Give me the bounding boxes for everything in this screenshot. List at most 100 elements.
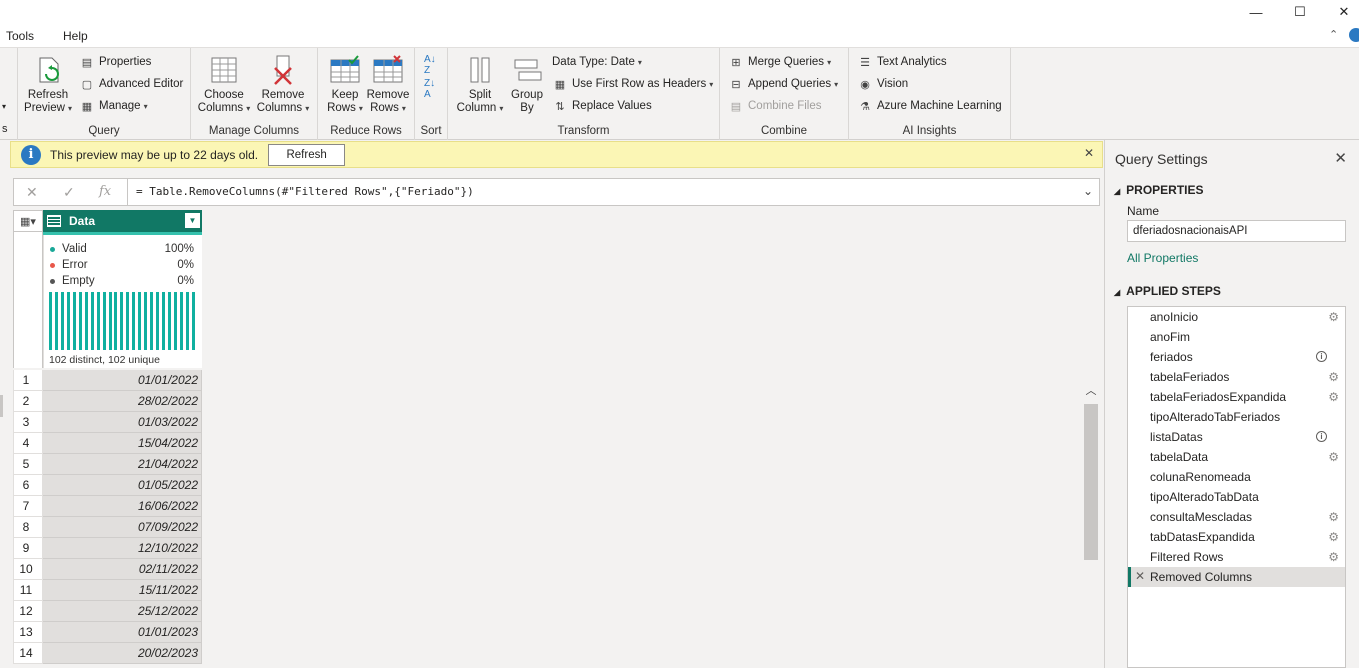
- check-icon[interactable]: ✓: [63, 184, 75, 201]
- row-number[interactable]: 4: [13, 433, 43, 454]
- query-name-input[interactable]: dferiadosnacionaisAPI: [1127, 220, 1346, 242]
- cell-date[interactable]: 01/05/2022: [43, 475, 202, 496]
- date-type-icon[interactable]: [47, 215, 61, 227]
- all-properties-link[interactable]: All Properties: [1127, 251, 1198, 265]
- sort-ascending-button[interactable]: A↓ Z: [424, 54, 436, 76]
- maximize-button[interactable]: ☐: [1277, 0, 1323, 24]
- menu-help[interactable]: Help: [63, 29, 88, 43]
- collapse-ribbon-icon[interactable]: ⌃: [1329, 28, 1338, 41]
- scroll-up-icon[interactable]: ︿: [1083, 380, 1099, 400]
- applied-step[interactable]: tipoAlteradoTabFeriados: [1128, 407, 1345, 427]
- properties-button[interactable]: ▤ Properties: [79, 52, 152, 72]
- applied-step[interactable]: tabelaFeriados ⚙: [1128, 367, 1345, 387]
- gear-icon[interactable]: ⚙: [1328, 310, 1339, 324]
- cell-date[interactable]: 16/06/2022: [43, 496, 202, 517]
- cell-date[interactable]: 21/04/2022: [43, 454, 202, 475]
- applied-step[interactable]: Filtered Rows ⚙: [1128, 547, 1345, 567]
- cell-date[interactable]: 15/04/2022: [43, 433, 202, 454]
- table-row[interactable]: 11 15/11/2022: [13, 580, 202, 601]
- properties-section[interactable]: ◢ PROPERTIES: [1114, 183, 1204, 197]
- gear-icon[interactable]: ⚙: [1328, 450, 1339, 464]
- info-icon[interactable]: i: [1316, 431, 1327, 442]
- row-number[interactable]: 11: [13, 580, 43, 601]
- table-row[interactable]: 10 02/11/2022: [13, 559, 202, 580]
- help-icon[interactable]: [1349, 28, 1359, 42]
- filter-dropdown-icon[interactable]: ▼: [185, 213, 200, 228]
- applied-step[interactable]: colunaRenomeada: [1128, 467, 1345, 487]
- advanced-editor-button[interactable]: ▢ Advanced Editor: [79, 74, 184, 94]
- table-row[interactable]: 13 01/01/2023: [13, 622, 202, 643]
- vertical-scrollbar[interactable]: ︿: [1083, 380, 1099, 668]
- append-queries-button[interactable]: ⊟ Append Queries ▾: [728, 74, 838, 94]
- table-row[interactable]: 4 15/04/2022: [13, 433, 202, 454]
- applied-step[interactable]: anoInicio ⚙: [1128, 307, 1345, 327]
- refresh-preview-button[interactable]: Refresh Preview ▾: [24, 54, 72, 115]
- table-row[interactable]: 12 25/12/2022: [13, 601, 202, 622]
- scroll-thumb[interactable]: [1084, 404, 1098, 560]
- column-header-data[interactable]: Data ▼: [43, 210, 202, 232]
- keep-rows-button[interactable]: Keep Rows ▾: [323, 54, 367, 115]
- table-row[interactable]: 8 07/09/2022: [13, 517, 202, 538]
- gear-icon[interactable]: ⚙: [1328, 370, 1339, 384]
- remove-columns-button[interactable]: Remove Columns ▾: [254, 54, 312, 115]
- row-number[interactable]: 13: [13, 622, 43, 643]
- gear-icon[interactable]: ⚙: [1328, 390, 1339, 404]
- use-first-row-headers-button[interactable]: ▦ Use First Row as Headers ▾: [552, 74, 713, 94]
- table-menu-button[interactable]: ▦▾: [13, 210, 43, 232]
- gear-icon[interactable]: ⚙: [1328, 530, 1339, 544]
- fx-icon[interactable]: fx: [99, 184, 111, 199]
- table-row[interactable]: 6 01/05/2022: [13, 475, 202, 496]
- azure-ml-button[interactable]: ⚗ Azure Machine Learning: [857, 96, 1002, 116]
- table-row[interactable]: 2 28/02/2022: [13, 391, 202, 412]
- table-row[interactable]: 14 20/02/2023: [13, 643, 202, 664]
- combine-files-button[interactable]: ▤ Combine Files: [728, 96, 822, 116]
- minimize-button[interactable]: —: [1233, 0, 1279, 24]
- applied-step[interactable]: tabelaFeriadosExpandida ⚙: [1128, 387, 1345, 407]
- cell-date[interactable]: 25/12/2022: [43, 601, 202, 622]
- remove-rows-button[interactable]: Remove Rows ▾: [366, 54, 410, 115]
- applied-step[interactable]: ✕ Removed Columns: [1128, 567, 1345, 587]
- table-row[interactable]: 7 16/06/2022: [13, 496, 202, 517]
- table-row[interactable]: 1 01/01/2022: [13, 370, 202, 391]
- applied-step[interactable]: tipoAlteradoTabData: [1128, 487, 1345, 507]
- applied-step[interactable]: listaDatas i: [1128, 427, 1345, 447]
- info-icon[interactable]: i: [1316, 351, 1327, 362]
- split-column-button[interactable]: Split Column ▾: [456, 54, 504, 115]
- cancel-icon[interactable]: ✕: [26, 184, 38, 201]
- group-by-button[interactable]: Group By: [506, 54, 548, 115]
- applied-step[interactable]: consultaMescladas ⚙: [1128, 507, 1345, 527]
- cell-date[interactable]: 15/11/2022: [43, 580, 202, 601]
- chevron-down-icon[interactable]: ⌄: [1083, 184, 1093, 198]
- cell-date[interactable]: 01/01/2022: [43, 370, 202, 391]
- cell-date[interactable]: 02/11/2022: [43, 559, 202, 580]
- cell-date[interactable]: 07/09/2022: [43, 517, 202, 538]
- menu-tools[interactable]: Tools: [6, 29, 34, 43]
- close-icon[interactable]: ✕: [1084, 146, 1094, 160]
- row-number[interactable]: 6: [13, 475, 43, 496]
- applied-steps-section[interactable]: ◢ APPLIED STEPS: [1114, 284, 1221, 298]
- close-window-button[interactable]: ✕: [1321, 0, 1359, 24]
- row-number[interactable]: 10: [13, 559, 43, 580]
- cell-date[interactable]: 01/01/2023: [43, 622, 202, 643]
- row-number[interactable]: 7: [13, 496, 43, 517]
- applied-step[interactable]: tabDatasExpandida ⚙: [1128, 527, 1345, 547]
- table-row[interactable]: 5 21/04/2022: [13, 454, 202, 475]
- banner-refresh-button[interactable]: Refresh: [268, 143, 346, 166]
- row-number[interactable]: 14: [13, 643, 43, 664]
- table-row[interactable]: 3 01/03/2022: [13, 412, 202, 433]
- merge-queries-button[interactable]: ⊞ Merge Queries ▾: [728, 52, 831, 72]
- text-analytics-button[interactable]: ☰ Text Analytics: [857, 52, 947, 72]
- gear-icon[interactable]: ⚙: [1328, 550, 1339, 564]
- row-number[interactable]: 3: [13, 412, 43, 433]
- choose-columns-button[interactable]: Choose Columns ▾: [195, 54, 253, 115]
- cell-date[interactable]: 12/10/2022: [43, 538, 202, 559]
- row-number[interactable]: 2: [13, 391, 43, 412]
- formula-input[interactable]: = Table.RemoveColumns(#"Filtered Rows",{…: [136, 185, 474, 198]
- row-number[interactable]: 9: [13, 538, 43, 559]
- table-row[interactable]: 9 12/10/2022: [13, 538, 202, 559]
- left-panel-edge[interactable]: [0, 395, 3, 417]
- cell-date[interactable]: 01/03/2022: [43, 412, 202, 433]
- row-number[interactable]: 12: [13, 601, 43, 622]
- replace-values-button[interactable]: ⇅ Replace Values: [552, 96, 651, 116]
- applied-step[interactable]: tabelaData ⚙: [1128, 447, 1345, 467]
